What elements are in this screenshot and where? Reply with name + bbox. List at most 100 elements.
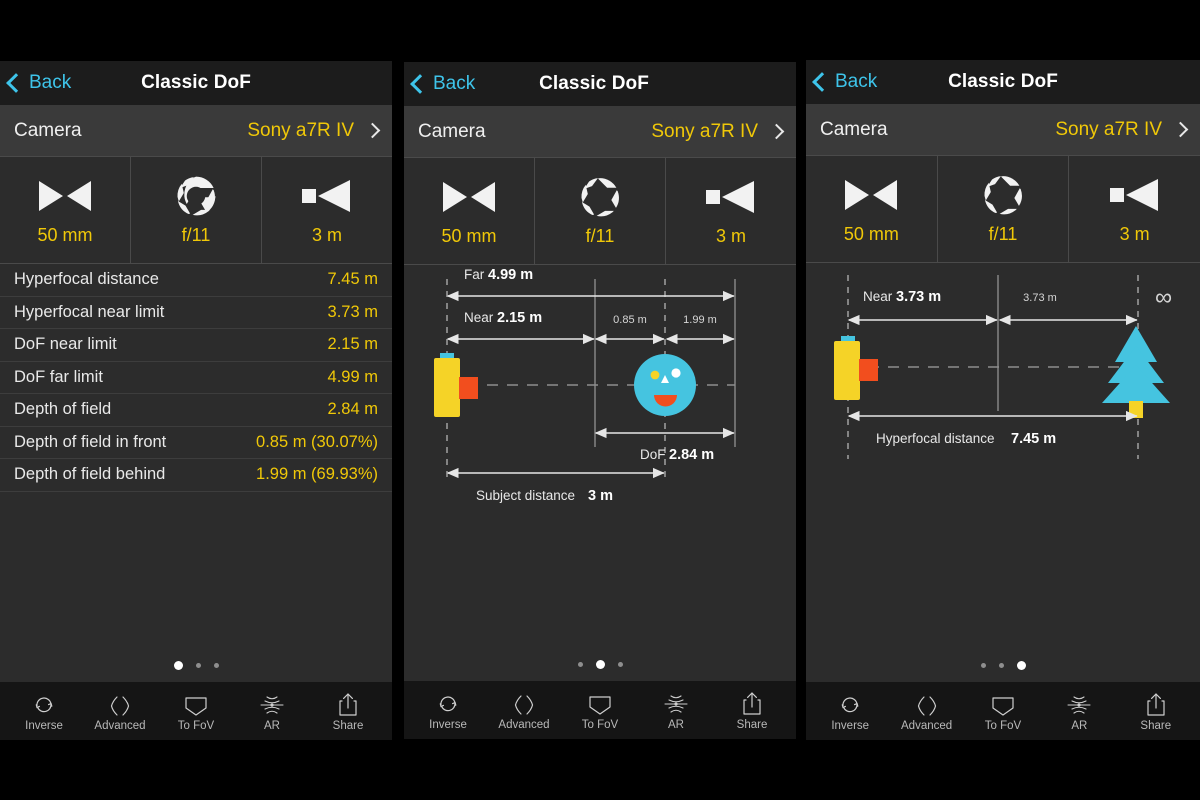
- tile-subject-distance-value: 3 m: [715, 225, 746, 246]
- result-value: 3.73 m: [327, 302, 378, 321]
- focal-length-icon: [37, 175, 93, 217]
- toolbar-item-ar[interactable]: AR: [1046, 691, 1112, 732]
- camera-icon: [434, 353, 478, 417]
- behind-dimension-label: 1.99 m: [683, 314, 717, 326]
- chevron-left-icon: [812, 72, 832, 92]
- aperture-icon: [579, 176, 621, 218]
- toolbar-item-ar[interactable]: AR: [239, 691, 305, 732]
- page-dot-2[interactable]: [195, 662, 201, 668]
- hyperfocal-label-value: 7.45 m: [1011, 431, 1056, 447]
- toolbar-label-ar: AR: [668, 718, 684, 731]
- focal-length-icon: [843, 174, 899, 216]
- phone-screen-results: Back Classic DoF Camera Sony a7R IV 50 m…: [0, 61, 392, 740]
- toolbar-item-share[interactable]: Share: [315, 691, 381, 732]
- toolbar-label-share: Share: [736, 718, 768, 731]
- tile-subject-distance[interactable]: 3 m: [665, 158, 796, 264]
- subject-distance-label-prefix: Subject distance: [476, 488, 575, 503]
- toolbar-item-share[interactable]: Share: [1123, 691, 1189, 732]
- tile-subject-distance[interactable]: 3 m: [1068, 156, 1200, 262]
- page-dot-3[interactable]: [213, 662, 219, 668]
- result-label: Depth of field in front: [14, 432, 167, 451]
- tile-focal-length[interactable]: 50 mm: [0, 157, 130, 263]
- camera-selector-row[interactable]: Camera Sony a7R IV: [0, 105, 392, 156]
- toolbar-item-advanced[interactable]: Advanced: [87, 691, 153, 732]
- focal-length-icon: [441, 176, 497, 218]
- toolbar-item-inverse[interactable]: Inverse: [11, 691, 77, 732]
- table-row: DoF near limit 2.15 m: [0, 329, 392, 362]
- hyperfocal-label-prefix: Hyperfocal distance: [876, 431, 995, 446]
- smiley-face-icon: [634, 354, 696, 416]
- table-row: Depth of field behind 1.99 m (69.93%): [0, 459, 392, 492]
- results-table: Hyperfocal distance 7.45 m Hyperfocal ne…: [0, 264, 392, 648]
- hyperfocal-diagram-svg: Near 3.73 m 3.73 m ∞ Hyperfocal distance…: [834, 275, 1172, 459]
- page-dot-1[interactable]: [173, 660, 183, 670]
- camera-selector-row[interactable]: Camera Sony a7R IV: [404, 106, 796, 157]
- toolbar-item-inverse[interactable]: Inverse: [817, 691, 883, 732]
- result-value: 2.84 m: [327, 400, 378, 419]
- toolbar-label-tofov: To FoV: [581, 718, 619, 731]
- camera-row-label: Camera: [14, 119, 82, 141]
- chevron-right-icon: [364, 122, 381, 139]
- tile-aperture[interactable]: f/11: [534, 158, 665, 264]
- page-indicator[interactable]: [0, 648, 392, 682]
- subject-distance-label-value: 3 m: [588, 488, 613, 504]
- tile-subject-distance-value: 3 m: [311, 224, 342, 245]
- far-label-prefix: Far: [464, 267, 485, 282]
- dof-label-prefix: DoF: [640, 447, 666, 462]
- tree-icon: [1102, 326, 1170, 418]
- toolbar-item-inverse[interactable]: Inverse: [415, 690, 481, 731]
- ar-icon: [259, 691, 285, 717]
- result-label: DoF far limit: [14, 367, 103, 386]
- back-button-label: Back: [835, 71, 878, 92]
- back-button[interactable]: Back: [410, 73, 475, 95]
- tile-aperture[interactable]: f/11: [130, 157, 261, 263]
- tile-focal-length-value: 50 mm: [441, 225, 497, 246]
- near-label-prefix: Near: [863, 289, 893, 304]
- result-label: Hyperfocal distance: [14, 270, 159, 289]
- back-button[interactable]: Back: [6, 72, 72, 94]
- result-label: Depth of field: [14, 400, 112, 419]
- toolbar-item-tofov[interactable]: To FoV: [970, 691, 1036, 732]
- toolbar-item-advanced[interactable]: Advanced: [894, 691, 960, 732]
- camera-selector-row[interactable]: Camera Sony a7R IV: [806, 104, 1200, 155]
- camera-row-label: Camera: [418, 120, 486, 142]
- tile-focal-length-value: 50 mm: [843, 223, 899, 244]
- chevron-left-icon: [410, 74, 430, 94]
- tile-aperture-value: f/11: [181, 224, 211, 245]
- tile-focal-length[interactable]: 50 mm: [806, 156, 937, 262]
- toolbar-item-share[interactable]: Share: [719, 690, 785, 731]
- settings-tiles: 50 mm f/11 3 m: [0, 156, 392, 264]
- result-value: 7.45 m: [327, 270, 378, 289]
- camera-row-label: Camera: [820, 118, 888, 140]
- dof-diagram-svg: Far 4.99 m Near 2.15 m 0.85 m 1.99 m DoF…: [434, 267, 736, 504]
- result-label: DoF near limit: [14, 335, 117, 354]
- result-value: 1.99 m (69.93%): [256, 465, 378, 484]
- table-row: Depth of field 2.84 m: [0, 394, 392, 427]
- toolbar-item-tofov[interactable]: To FoV: [567, 690, 633, 731]
- far-label-value: 4.99 m: [488, 267, 533, 283]
- toolbar-item-advanced[interactable]: Advanced: [491, 690, 557, 731]
- settings-tiles: 50 mm f/11 3 m: [404, 157, 796, 265]
- toolbar-label-ar: AR: [1071, 719, 1088, 732]
- advanced-icon: [912, 691, 942, 717]
- toolbar-label-inverse: Inverse: [429, 718, 467, 731]
- dof-diagram: Far 4.99 m Near 2.15 m 0.85 m 1.99 m DoF…: [404, 265, 796, 647]
- tile-aperture[interactable]: f/11: [936, 156, 1069, 262]
- table-row: Hyperfocal near limit 3.73 m: [0, 297, 392, 329]
- bottom-toolbar: Inverse Advanced To FoV AR Share: [0, 682, 392, 740]
- back-button[interactable]: Back: [812, 71, 878, 93]
- near-label-value: 3.73 m: [896, 289, 941, 305]
- toolbar-label-inverse: Inverse: [831, 719, 870, 732]
- subject-distance-icon: [704, 176, 758, 218]
- tile-subject-distance[interactable]: 3 m: [261, 157, 392, 263]
- result-value: 0.85 m (30.07%): [256, 432, 378, 451]
- toolbar-label-advanced: Advanced: [498, 718, 550, 731]
- back-button-label: Back: [29, 72, 72, 93]
- hyperfocal-diagram: Near 3.73 m 3.73 m ∞ Hyperfocal distance…: [806, 263, 1200, 648]
- tile-focal-length[interactable]: 50 mm: [404, 158, 534, 264]
- toolbar-item-ar[interactable]: AR: [643, 690, 709, 731]
- navigation-bar: Back Classic DoF: [404, 62, 796, 106]
- camera-row-value: Sony a7R IV: [247, 119, 354, 141]
- phone-screen-dof-diagram: Back Classic DoF Camera Sony a7R IV 50 m…: [404, 62, 796, 739]
- toolbar-item-tofov[interactable]: To FoV: [163, 691, 229, 732]
